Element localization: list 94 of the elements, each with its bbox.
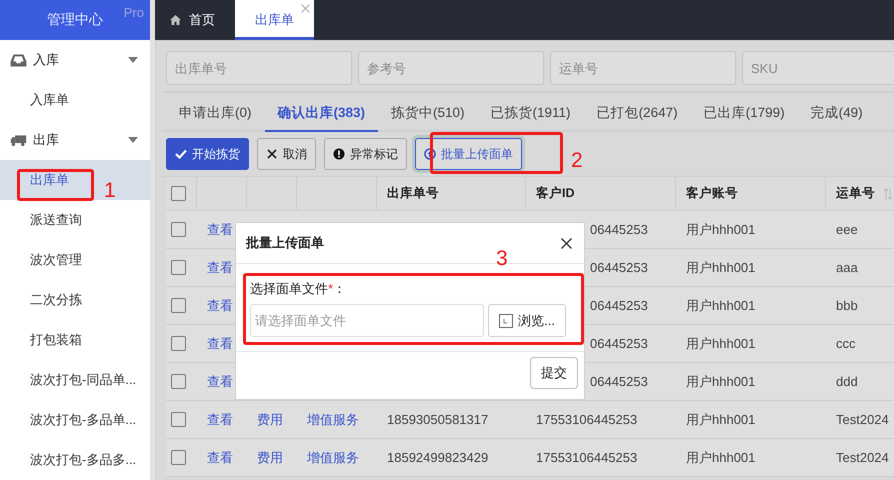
fee-link[interactable]: 费用 xyxy=(257,410,283,428)
step-number: 2 xyxy=(571,150,583,171)
action-button[interactable]: 异常标记 xyxy=(324,138,407,170)
check-icon xyxy=(175,148,187,160)
browse-button[interactable]: 浏览... xyxy=(488,304,566,337)
truck-icon xyxy=(10,134,27,146)
service-link[interactable]: 增值服务 xyxy=(307,448,359,466)
caret-icon xyxy=(128,57,138,63)
table-cell: ddd xyxy=(836,374,858,389)
view-link[interactable]: 查看 xyxy=(207,372,233,390)
submit-button[interactable]: 提交 xyxy=(530,357,578,389)
table-cell: eee xyxy=(836,222,858,237)
status-tab[interactable]: 已出库(1799) xyxy=(690,93,798,132)
file-icon xyxy=(499,314,514,328)
checkbox[interactable] xyxy=(171,298,186,313)
view-link[interactable]: 查看 xyxy=(207,448,233,466)
action-button[interactable]: 开始拣货 xyxy=(166,138,249,170)
status-tab[interactable]: 已拣货(1911) xyxy=(478,93,584,132)
filter-field[interactable]: 运单号 xyxy=(550,51,736,85)
table-cell: 用户hhh001 xyxy=(686,334,756,352)
brand-title: 管理中心 xyxy=(47,11,103,29)
table-cell: 用户hhh001 xyxy=(686,220,756,238)
checkbox[interactable] xyxy=(171,260,186,275)
home-icon xyxy=(170,15,181,25)
menu-group[interactable]: 入库 xyxy=(0,40,150,80)
sidebar-item[interactable]: 波次打包-同品单... xyxy=(0,360,150,400)
sidebar-item[interactable]: 波次打包-多品单... xyxy=(0,400,150,440)
checkbox[interactable] xyxy=(171,336,186,351)
upload-icon xyxy=(424,148,436,160)
view-link[interactable]: 查看 xyxy=(207,296,233,314)
view-link[interactable]: 查看 xyxy=(207,334,233,352)
column-header: 客户账号 xyxy=(686,185,738,202)
field-label: 选择面单文件*： xyxy=(250,280,348,298)
column-header: 运单号 xyxy=(836,185,875,202)
column-header: 出库单号 xyxy=(387,185,439,202)
dialog-title: 批量上传面单 xyxy=(246,234,324,252)
filter-field[interactable]: 参考号 xyxy=(358,51,544,85)
table-cell: 用户hhh001 xyxy=(686,296,756,314)
service-link[interactable]: 增值服务 xyxy=(307,410,359,428)
table-cell: 06445253 xyxy=(590,222,648,237)
sidebar-item[interactable]: 入库单 xyxy=(0,80,150,120)
close-icon[interactable] xyxy=(561,238,572,248)
sidebar-item[interactable]: 打包装箱 xyxy=(0,320,150,360)
sidebar-item[interactable]: 波次管理 xyxy=(0,240,150,280)
action-button[interactable]: 取消 xyxy=(257,138,316,170)
checkbox[interactable] xyxy=(171,222,186,237)
close-icon xyxy=(266,148,278,160)
table-cell: bbb xyxy=(836,298,858,313)
table-cell: 17553106445253 xyxy=(536,450,638,465)
step-number: 1 xyxy=(104,180,116,201)
table-cell: 18593050581317 xyxy=(387,412,488,427)
table-cell: 用户hhh001 xyxy=(686,410,756,428)
view-link[interactable]: 查看 xyxy=(207,220,233,238)
checkbox[interactable] xyxy=(171,374,186,389)
table-cell: Test2024 xyxy=(836,412,889,427)
caret-icon xyxy=(128,137,138,143)
table-cell: 用户hhh001 xyxy=(686,372,756,390)
sidebar-item[interactable]: 派送查询 xyxy=(0,200,150,240)
table-cell: Test2024 xyxy=(836,450,889,465)
inbox-icon xyxy=(10,54,27,66)
checkbox[interactable] xyxy=(171,186,186,201)
status-tab[interactable]: 申请出库(0) xyxy=(166,93,264,132)
menu-group[interactable]: 出库 xyxy=(0,120,150,160)
table-cell: aaa xyxy=(836,260,858,275)
table-cell: 17553106445253 xyxy=(536,412,638,427)
checkbox[interactable] xyxy=(171,450,186,465)
status-tab[interactable]: 已打包(2647) xyxy=(584,93,691,132)
table-cell: 06445253 xyxy=(590,336,648,351)
table-cell: 06445253 xyxy=(590,298,648,313)
status-tab[interactable]: 拣货中(510) xyxy=(378,93,478,132)
checkbox[interactable] xyxy=(171,412,186,427)
page-tab[interactable]: 出库单 xyxy=(235,0,314,40)
table-cell: 06445253 xyxy=(590,260,648,275)
table-cell: 18592499823429 xyxy=(387,450,488,465)
action-button[interactable]: 批量上传面单 xyxy=(415,138,522,170)
page-tab[interactable]: 首页 xyxy=(155,0,235,40)
alert-icon xyxy=(333,148,345,160)
file-field[interactable]: 请选择面单文件 xyxy=(250,304,484,337)
column-header: 客户ID xyxy=(536,185,574,202)
view-link[interactable]: 查看 xyxy=(207,410,233,428)
status-tab[interactable]: 确认出库(383) xyxy=(264,93,378,132)
view-link[interactable]: 查看 xyxy=(207,258,233,276)
filter-field[interactable]: SKU xyxy=(742,51,894,85)
table-cell: 用户hhh001 xyxy=(686,258,756,276)
status-tab[interactable]: 完成(49) xyxy=(798,93,876,132)
filter-field[interactable]: 出库单号 xyxy=(166,51,352,85)
table-cell: ccc xyxy=(836,336,856,351)
sidebar-item[interactable]: 波次打包-多品多... xyxy=(0,440,150,480)
fee-link[interactable]: 费用 xyxy=(257,448,283,466)
sidebar-item[interactable]: 二次分拣 xyxy=(0,280,150,320)
step-number: 3 xyxy=(496,248,508,269)
table-cell: 06445253 xyxy=(590,374,648,389)
edition-label: Pro xyxy=(124,5,144,20)
table-cell: 用户hhh001 xyxy=(686,448,756,466)
